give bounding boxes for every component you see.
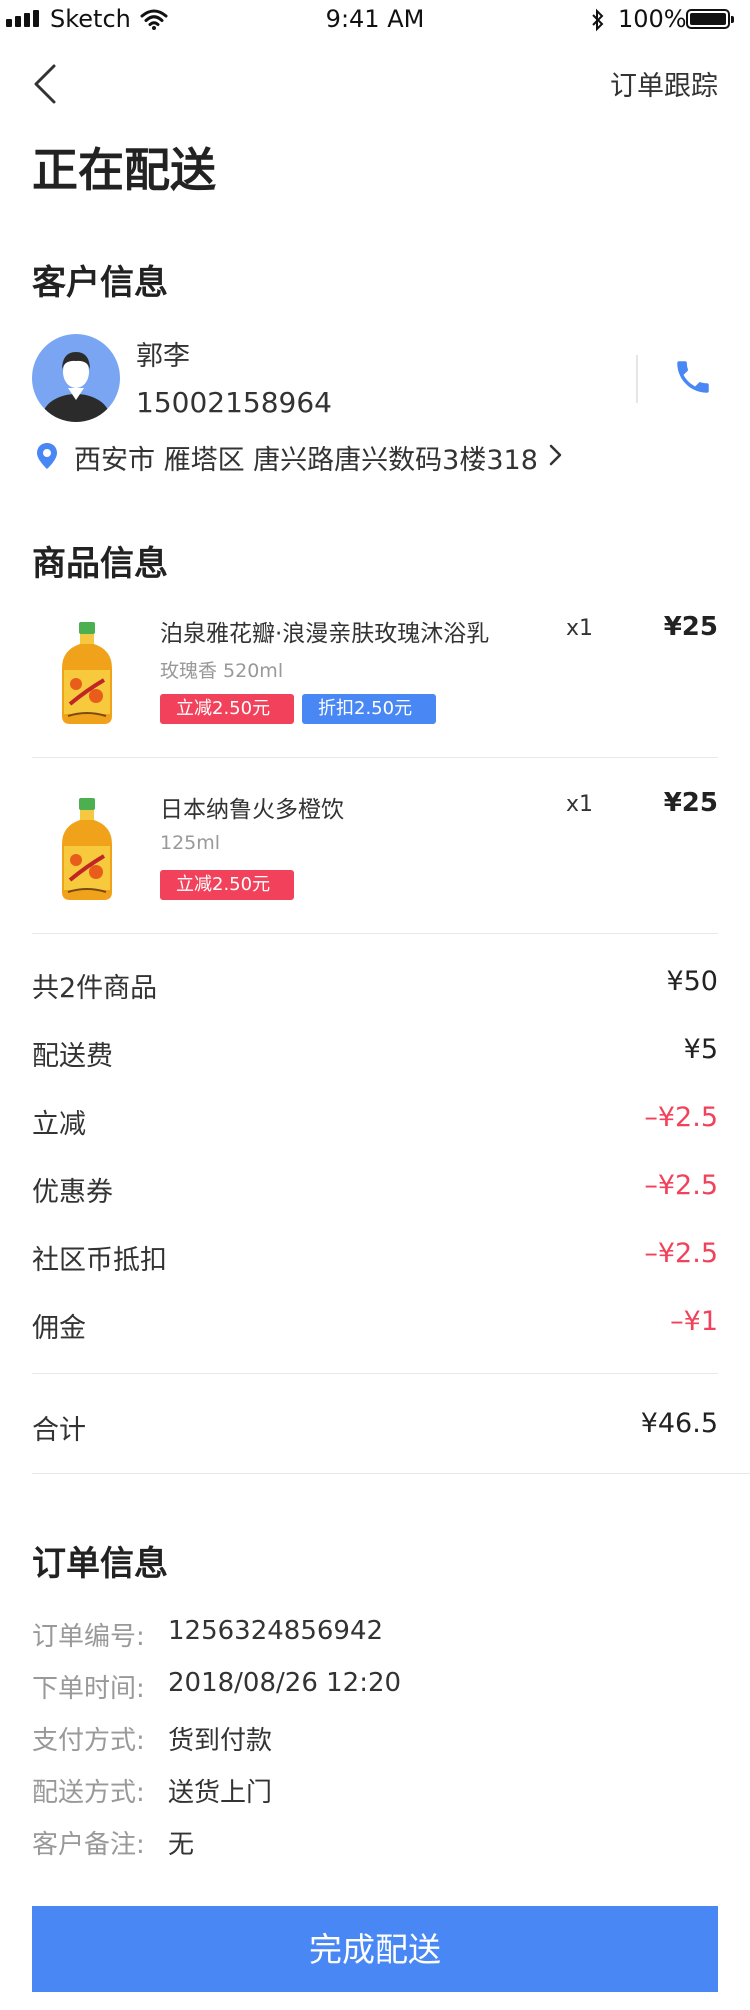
- discount-tag: 立减2.50元: [160, 694, 294, 724]
- product-image: [62, 622, 112, 724]
- complete-delivery-button[interactable]: 完成配送: [32, 1906, 718, 1992]
- divider: [32, 1473, 750, 1474]
- order-time-value: 2018/08/26 12:20: [168, 1668, 402, 1698]
- payment-method-value: 货到付款: [168, 1726, 273, 1756]
- summary-value: ¥50: [666, 966, 718, 997]
- product-spec: 125ml: [160, 832, 221, 854]
- back-chevron-icon[interactable]: [28, 62, 68, 106]
- product-qty: x1: [566, 792, 594, 817]
- phone-icon[interactable]: [672, 356, 714, 398]
- product-price: ¥25: [663, 788, 718, 818]
- summary-label: 佣金: [32, 1313, 86, 1344]
- product-name: 泊泉雅花瓣·浪漫亲肤玫瑰沐浴乳: [160, 621, 490, 647]
- summary-value: –¥2.5: [644, 1102, 718, 1133]
- summary-label: 配送费: [32, 1041, 113, 1072]
- bluetooth-icon: [592, 8, 604, 32]
- battery-percent: 100%: [618, 5, 687, 33]
- product-spec: 玫瑰香 520ml: [160, 660, 284, 682]
- product-name: 日本纳鲁火多橙饮: [160, 797, 344, 823]
- order-id-label: 订单编号:: [32, 1622, 145, 1652]
- location-pin-icon: [37, 443, 57, 469]
- customer-name: 郭李: [136, 341, 190, 372]
- total-label: 合计: [32, 1415, 86, 1446]
- page-title: 正在配送: [32, 143, 216, 197]
- order-time-label: 下单时间:: [32, 1674, 145, 1704]
- summary-label: 共2件商品: [32, 973, 158, 1004]
- delivery-method-value: 送货上门: [168, 1778, 273, 1808]
- divider: [32, 1373, 718, 1374]
- avatar: [32, 334, 120, 422]
- order-section-title: 订单信息: [32, 1544, 168, 1584]
- divider: [636, 355, 638, 403]
- customer-note-label: 客户备注:: [32, 1830, 145, 1860]
- total-value: ¥46.5: [640, 1408, 718, 1439]
- summary-value: ¥5: [683, 1034, 718, 1065]
- person-icon: [42, 352, 110, 422]
- customer-section-title: 客户信息: [32, 263, 168, 303]
- divider: [32, 757, 718, 758]
- products-section-title: 商品信息: [32, 544, 168, 584]
- delivery-method-label: 配送方式:: [32, 1778, 145, 1808]
- payment-method-label: 支付方式:: [32, 1726, 145, 1756]
- summary-value: –¥2.5: [644, 1170, 718, 1201]
- order-id-value: 1256324856942: [168, 1616, 384, 1646]
- divider: [32, 933, 718, 934]
- customer-address[interactable]: 西安市 雁塔区 唐兴路唐兴数码3楼318: [74, 438, 538, 477]
- rebate-tag: 折扣2.50元: [302, 694, 436, 724]
- summary-value: –¥2.5: [644, 1238, 718, 1269]
- product-price: ¥25: [663, 612, 718, 642]
- status-bar: Sketch 9:41 AM 100%: [0, 0, 750, 40]
- product-image: [62, 798, 112, 900]
- summary-label: 优惠券: [32, 1177, 113, 1208]
- product-qty: x1: [566, 616, 594, 641]
- customer-phone: 15002158964: [136, 386, 332, 419]
- customer-note-value: 无: [168, 1830, 195, 1860]
- summary-label: 立减: [32, 1109, 86, 1140]
- summary-label: 社区币抵扣: [32, 1245, 167, 1276]
- discount-tag: 立减2.50元: [160, 870, 294, 900]
- chevron-right-icon[interactable]: [548, 442, 564, 468]
- order-tracking-link[interactable]: 订单跟踪: [610, 64, 718, 103]
- summary-value: –¥1: [670, 1306, 718, 1337]
- battery-icon: [686, 9, 734, 29]
